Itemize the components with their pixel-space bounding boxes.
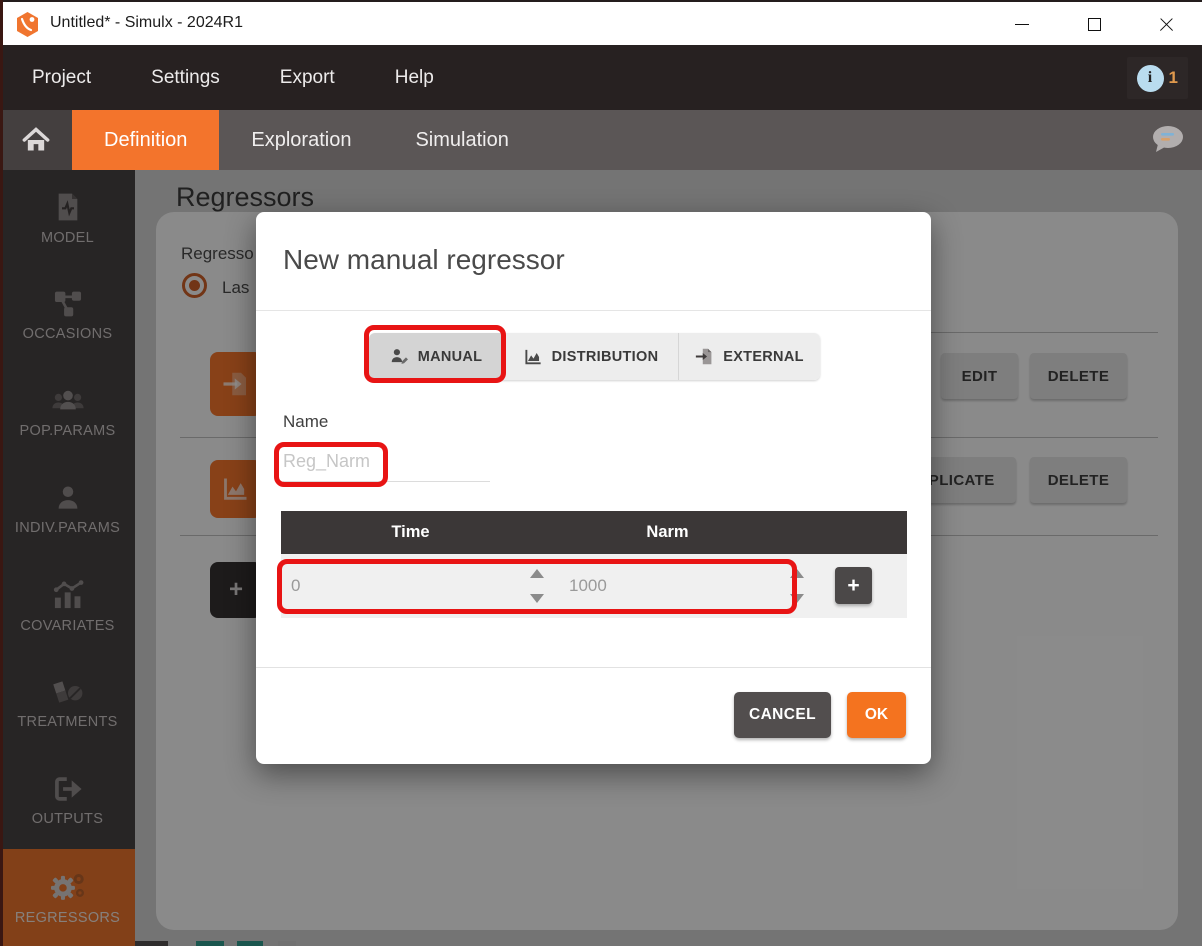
column-header-actions <box>795 511 907 554</box>
tab-simulation[interactable]: Simulation <box>383 110 540 170</box>
tab-distribution[interactable]: DISTRIBUTION <box>504 333 679 380</box>
dialog-footer-divider <box>256 667 931 668</box>
notification-count: 1 <box>1169 68 1178 88</box>
notifications-badge[interactable]: i 1 <box>1127 57 1188 99</box>
table-row: + <box>281 554 907 618</box>
narm-value-input[interactable] <box>569 568 783 604</box>
time-value-input[interactable] <box>291 568 505 604</box>
feedback-chat-button[interactable] <box>1148 123 1186 162</box>
time-stepper[interactable] <box>529 569 545 603</box>
menu-help[interactable]: Help <box>395 67 434 89</box>
dialog-header-divider <box>256 310 931 311</box>
menu-settings[interactable]: Settings <box>151 67 220 89</box>
tab-label: MANUAL <box>418 349 483 365</box>
menu-project[interactable]: Project <box>32 67 91 89</box>
tab-definition[interactable]: Definition <box>72 110 219 170</box>
step-down-icon <box>530 594 544 603</box>
manual-person-icon <box>390 347 409 366</box>
tab-external[interactable]: EXTERNAL <box>679 333 820 380</box>
maximize-button[interactable] <box>1058 2 1130 47</box>
window-title: Untitled* - Simulx - 2024R1 <box>50 14 243 32</box>
step-up-icon <box>530 569 544 578</box>
column-header-narm: Narm <box>540 511 795 554</box>
home-icon <box>22 127 50 153</box>
external-file-icon <box>695 347 714 366</box>
tab-exploration[interactable]: Exploration <box>219 110 383 170</box>
regressor-name-input[interactable] <box>283 442 490 482</box>
menubar: Project Settings Export Help i 1 <box>0 45 1202 110</box>
app-body: MODEL OCCASIONS POP.PARAMS <box>0 170 1202 946</box>
simulx-logo-icon <box>14 11 41 38</box>
distribution-chart-icon <box>524 348 543 366</box>
home-button[interactable] <box>0 110 72 170</box>
table-header-row: Time Narm <box>281 511 907 554</box>
narm-stepper[interactable] <box>789 569 805 603</box>
chat-bubble-icon <box>1148 123 1186 157</box>
section-tabbar: Definition Exploration Simulation <box>0 110 1202 170</box>
cancel-button[interactable]: CANCEL <box>734 692 831 738</box>
step-up-icon <box>790 569 804 578</box>
step-down-icon <box>790 594 804 603</box>
tab-label: EXTERNAL <box>723 349 804 365</box>
column-header-time: Time <box>281 511 540 554</box>
add-row-button[interactable]: + <box>835 567 872 604</box>
close-button[interactable] <box>1130 2 1202 47</box>
regressor-values-table: Time Narm + <box>281 511 907 618</box>
name-field-label: Name <box>283 412 328 432</box>
dialog-title: New manual regressor <box>283 244 565 276</box>
new-regressor-dialog: New manual regressor MANUAL DISTRIBUTION <box>256 212 931 764</box>
info-icon: i <box>1137 65 1164 92</box>
regressor-type-tabs: MANUAL DISTRIBUTION EXTERNAL <box>369 333 820 380</box>
tab-label: DISTRIBUTION <box>552 349 659 365</box>
titlebar: Untitled* - Simulx - 2024R1 <box>0 0 1202 45</box>
minimize-icon <box>1015 24 1029 25</box>
menu-export[interactable]: Export <box>280 67 335 89</box>
window-frame-edge <box>0 0 3 946</box>
tab-manual[interactable]: MANUAL <box>369 333 504 380</box>
minimize-button[interactable] <box>986 2 1058 47</box>
close-icon <box>1159 17 1174 32</box>
maximize-icon <box>1088 18 1101 31</box>
ok-button[interactable]: OK <box>847 692 906 738</box>
